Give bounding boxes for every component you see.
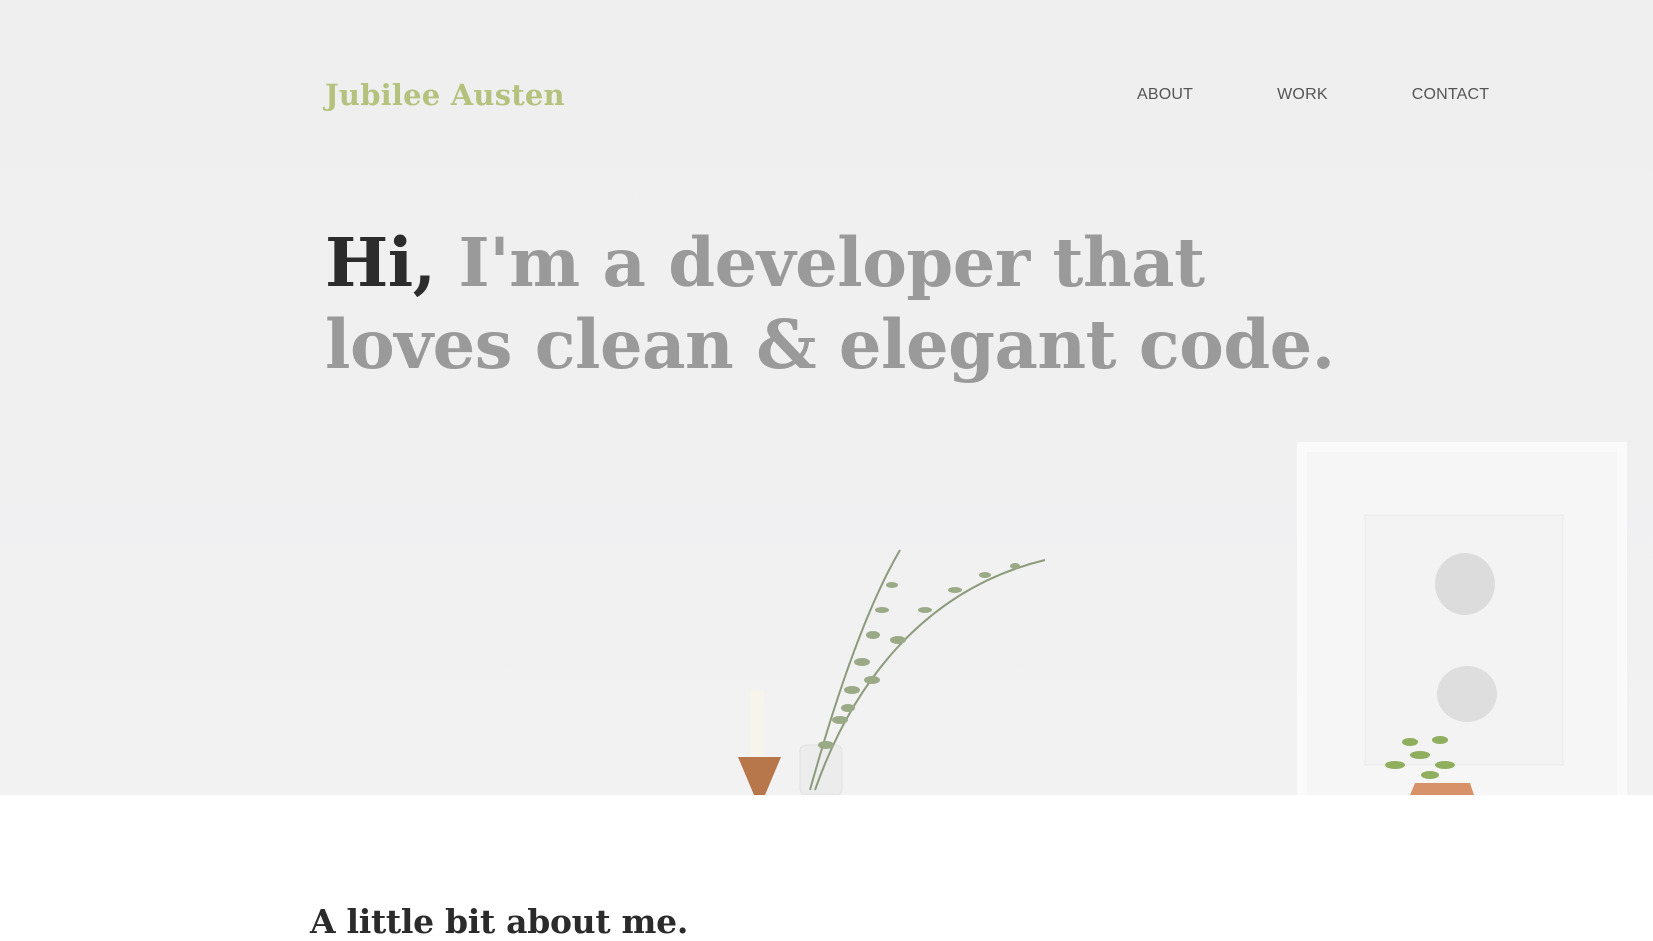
- hero-background-image: [738, 442, 1627, 795]
- nav-work-link[interactable]: WORK: [1277, 86, 1328, 104]
- nav-contact-link[interactable]: CONTACT: [1412, 86, 1490, 104]
- main-nav: ABOUT WORK CONTACT: [1137, 86, 1489, 104]
- brand-logo-link[interactable]: Jubilee Austen: [325, 78, 565, 112]
- hero-tagline: I'm a developer that loves clean & elega…: [325, 223, 1335, 384]
- nav-about-link[interactable]: ABOUT: [1137, 86, 1193, 104]
- hero-greeting: Hi,: [325, 223, 436, 302]
- hero-headline: Hi, I'm a developer that loves clean & e…: [325, 222, 1375, 386]
- hero-section: Jubilee Austen ABOUT WORK CONTACT Hi, I'…: [0, 0, 1653, 795]
- about-section-title: A little bit about me.: [310, 902, 689, 941]
